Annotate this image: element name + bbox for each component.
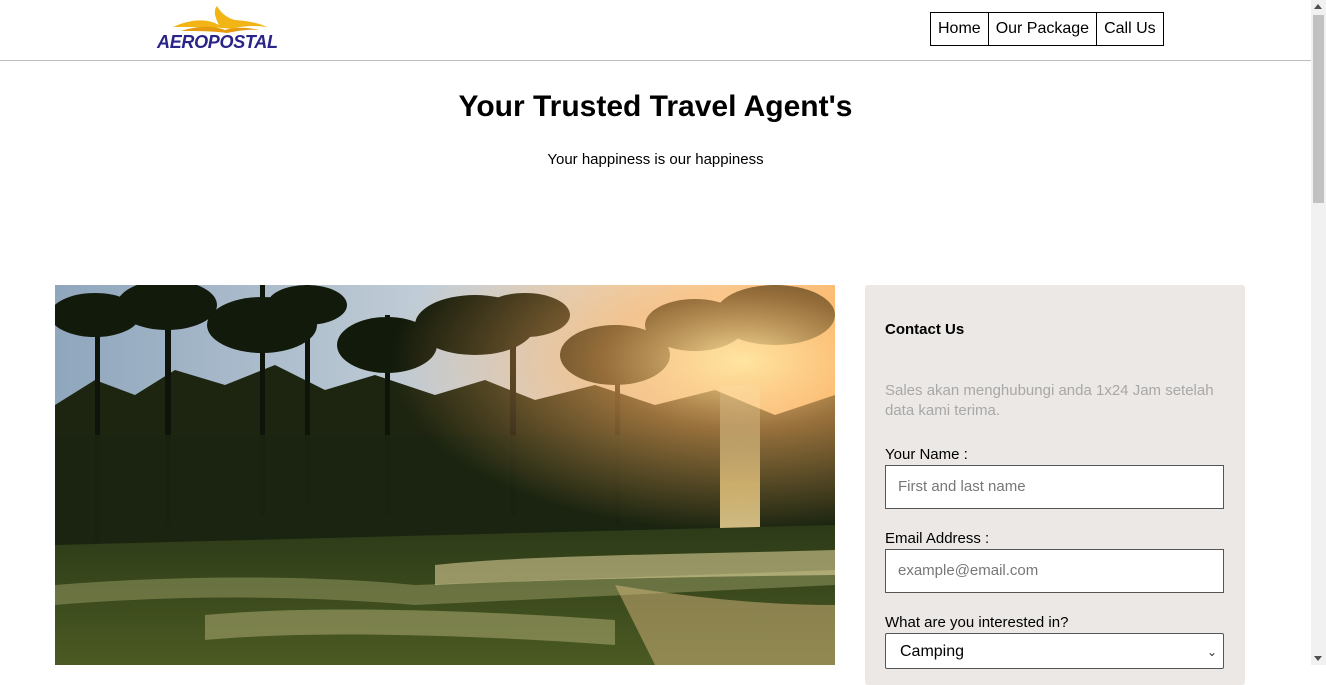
scroll-down-icon[interactable]: [1314, 656, 1322, 661]
contact-card: Contact Us Sales akan menghubungi anda 1…: [865, 285, 1245, 685]
main-nav: Home Our Package Call Us: [930, 12, 1164, 46]
site-header: AEROPOSTAL Home Our Package Call Us: [0, 0, 1311, 61]
brand-name: AEROPOSTAL: [157, 32, 278, 52]
interest-select[interactable]: Camping ⌄: [885, 633, 1224, 669]
rice-field-photo: [55, 285, 835, 665]
scrollbar-thumb[interactable]: [1313, 15, 1324, 203]
email-field[interactable]: example@email.com: [885, 549, 1224, 593]
tropical-landscape-image: [55, 285, 835, 665]
aeropostal-logo[interactable]: AEROPOSTAL: [155, 5, 280, 55]
name-label: Your Name :: [885, 446, 968, 463]
scroll-up-icon[interactable]: [1314, 4, 1322, 9]
contact-description: Sales akan menghubungi anda 1x24 Jam set…: [885, 382, 1214, 419]
contact-title: Contact Us: [885, 321, 965, 338]
page-title: Your Trusted Travel Agent's: [458, 90, 853, 123]
page-scrollbar[interactable]: [1311, 0, 1326, 665]
page-subtitle: Your happiness is our happiness: [547, 151, 764, 168]
nav-home[interactable]: Home: [930, 12, 989, 46]
interest-label: What are you interested in?: [885, 614, 1069, 631]
interest-selected-value: Camping: [900, 643, 965, 660]
nav-call-us[interactable]: Call Us: [1096, 12, 1164, 46]
email-label: Email Address :: [885, 530, 990, 547]
name-field[interactable]: First and last name: [885, 465, 1224, 509]
nav-our-package[interactable]: Our Package: [987, 12, 1098, 46]
